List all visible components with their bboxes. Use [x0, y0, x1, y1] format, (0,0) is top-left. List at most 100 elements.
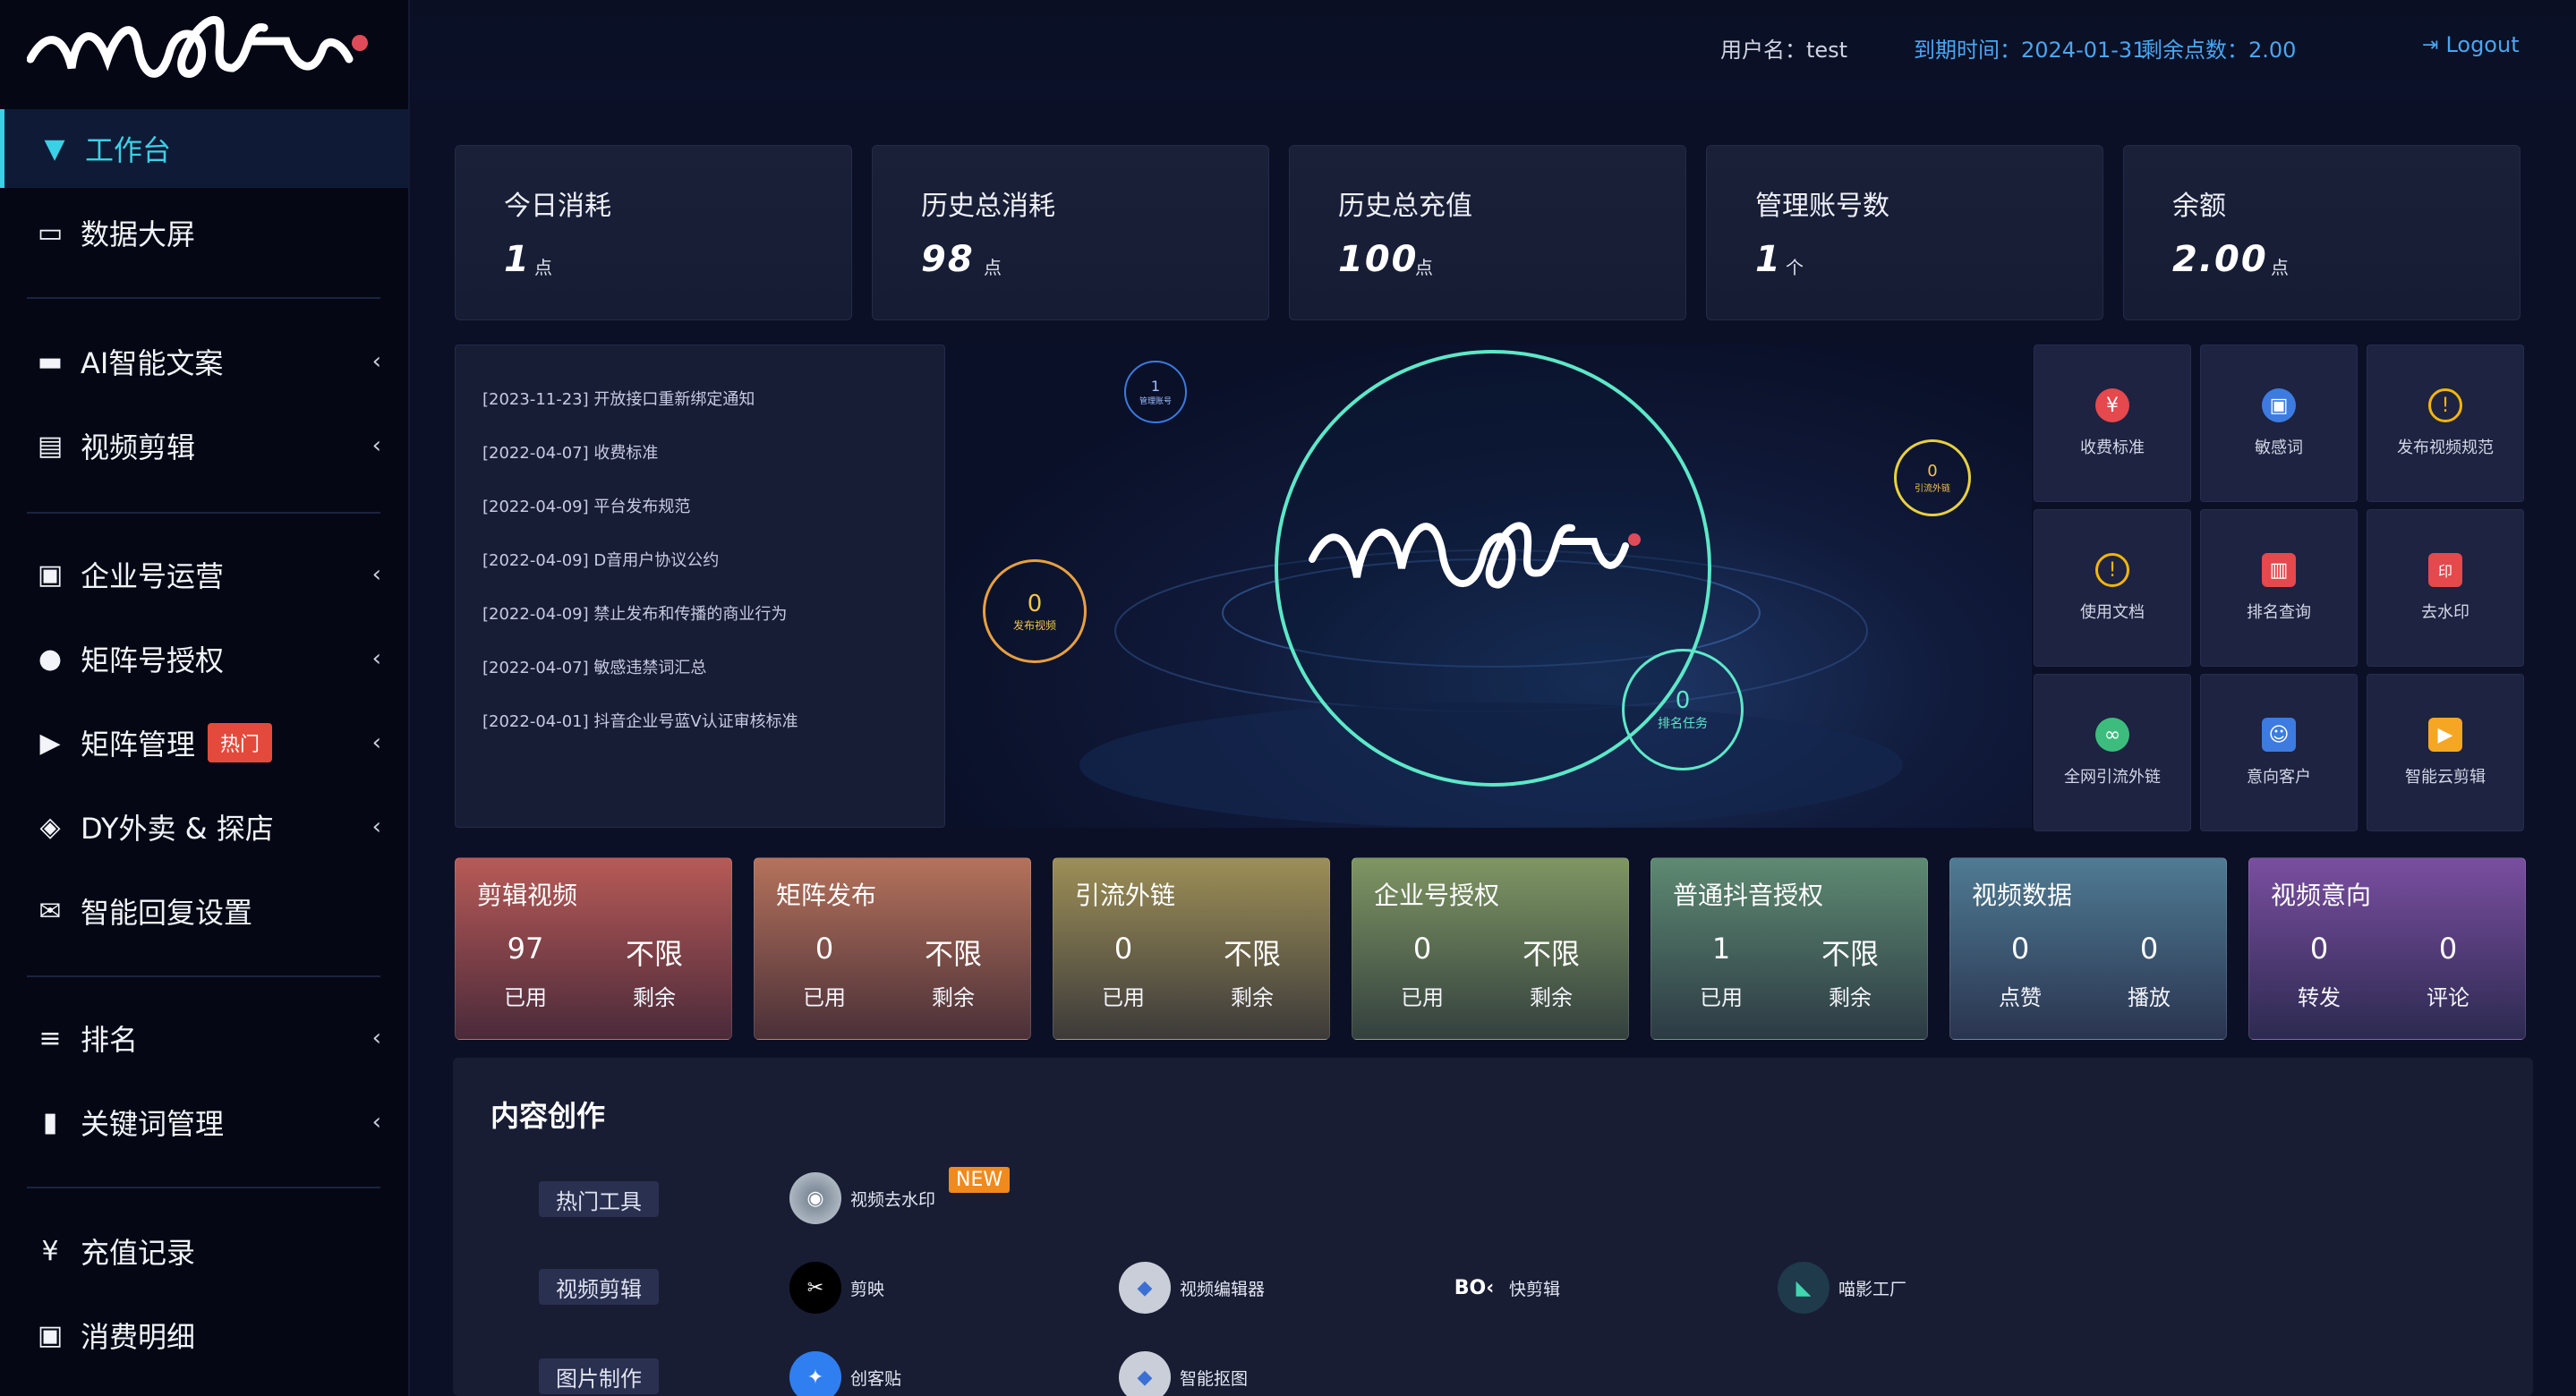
tile-label: 意向客户	[2247, 768, 2311, 787]
watermark-remover-icon: ◉	[789, 1172, 841, 1224]
quota-value: 不限	[1522, 937, 1580, 971]
tile-cloud-edit[interactable]: ▶ 智能云剪辑	[2367, 674, 2524, 831]
chevron-left-icon: ‹	[371, 1025, 381, 1051]
tile-prospects[interactable]: ☺ 意向客户	[2200, 674, 2358, 831]
quota-title: 视频意向	[2271, 881, 2372, 910]
notice-item[interactable]: [2022-04-07] 收费标准	[482, 440, 658, 464]
tool-chuangketie[interactable]: ✦ 创客贴	[789, 1351, 901, 1396]
hero-visual: 1 管理账号 0 引流外链 0 发布视频 0 排名任务	[945, 345, 2032, 828]
sidebar-divider	[27, 297, 380, 299]
tile-external-links[interactable]: ∞ 全网引流外链	[2034, 674, 2191, 831]
logout-label: Logout	[2445, 32, 2520, 57]
yen-circle-icon: ¥	[2095, 388, 2129, 422]
notice-item[interactable]: [2022-04-07] 敏感违禁词汇总	[482, 655, 706, 678]
sidebar-item-keywords[interactable]: ▮ 关键词管理 ‹	[0, 1083, 408, 1162]
sidebar-divider	[27, 975, 380, 977]
new-badge: NEW	[949, 1167, 1011, 1193]
notice-item[interactable]: [2022-04-09] 平台发布规范	[482, 494, 690, 517]
quota-card-matrix-publish: 矩阵发布 0 已用 不限 剩余	[754, 857, 1031, 1040]
tool-capcut[interactable]: ✂ 剪映	[789, 1262, 884, 1314]
stat-card-total-recharge: 历史总充值 100 点	[1289, 145, 1686, 320]
user-circle-icon: ●	[38, 643, 63, 675]
quota-label: 评论	[2427, 985, 2469, 1010]
orb-number: 0	[1675, 687, 1691, 714]
quota-title: 普通抖音授权	[1673, 881, 1824, 910]
category-video-edit[interactable]: 视频剪辑	[539, 1269, 659, 1305]
sidebar-divider	[27, 1187, 380, 1188]
folder-icon: ▬	[37, 345, 64, 378]
quota-card-video-intent: 视频意向 0 转发 0 评论	[2248, 857, 2526, 1040]
tile-label: 去水印	[2421, 603, 2469, 622]
tile-watermark[interactable]: 印 去水印	[2367, 509, 2524, 667]
quota-card-edit-video: 剪辑视频 97 已用 不限 剩余	[455, 857, 732, 1040]
chuangketie-icon: ✦	[789, 1351, 841, 1396]
notice-item[interactable]: [2022-04-09] 禁止发布和传播的商业行为	[482, 601, 787, 625]
quota-value: 不限	[1223, 937, 1281, 971]
quota-value: 0	[2438, 932, 2458, 966]
tool-label: 创客贴	[850, 1368, 902, 1389]
tool-watermark-remover[interactable]: ◉ 视频去水印	[789, 1172, 935, 1224]
stat-value: 1	[1755, 239, 1782, 280]
quota-label: 已用	[803, 985, 846, 1010]
logout-button[interactable]: ⇥ Logout	[2422, 32, 2520, 57]
category-image[interactable]: 图片制作	[539, 1358, 659, 1394]
sidebar-item-data-screen[interactable]: ▭ 数据大屏	[0, 193, 408, 272]
quota-label: 播放	[2128, 985, 2171, 1010]
sidebar-item-video-edit[interactable]: ▤ 视频剪辑 ‹	[0, 406, 408, 485]
category-hot-tools[interactable]: 热门工具	[539, 1181, 659, 1217]
tool-video-editor[interactable]: ◆ 视频编辑器	[1119, 1262, 1265, 1314]
miaoying-icon: ◣	[1778, 1262, 1830, 1314]
quota-card-douyin-auth: 普通抖音授权 1 已用 不限 剩余	[1651, 857, 1928, 1040]
money-icon: ▣	[37, 1319, 64, 1351]
sidebar-item-label: AI智能文案	[81, 346, 224, 380]
sidebar-item-matrix-auth[interactable]: ● 矩阵号授权 ‹	[0, 619, 408, 698]
orb-label: 排名任务	[1658, 717, 1708, 731]
tile-label: 智能云剪辑	[2405, 768, 2486, 787]
logout-icon: ⇥	[2422, 33, 2439, 56]
sidebar-item-matrix-manage[interactable]: ▶ 矩阵管理 热门 ‹	[0, 703, 408, 782]
tile-publish-rules[interactable]: ! 发布视频规范	[2367, 345, 2524, 502]
quota-title: 矩阵发布	[776, 881, 877, 910]
orb-label: 发布视频	[1012, 618, 1056, 632]
stat-value: 100	[1338, 239, 1419, 280]
stat-unit: 点	[1415, 257, 1433, 278]
quota-label: 点赞	[1999, 985, 2042, 1010]
capcut-icon: ✂	[789, 1262, 841, 1314]
contact-icon: ☺	[2262, 718, 2296, 752]
sidebar-item-label: 矩阵管理	[81, 728, 196, 762]
tool-label: 智能抠图	[1180, 1368, 1249, 1389]
tile-sensitive-words[interactable]: ▣ 敏感词	[2200, 345, 2358, 502]
tool-label: 快剪辑	[1509, 1279, 1561, 1299]
sidebar-item-dy-delivery[interactable]: ◈ DY外卖 & 探店 ‹	[0, 787, 408, 866]
tile-pricing[interactable]: ¥ 收费标准	[2034, 345, 2191, 502]
sidebar-item-ai-copywriting[interactable]: ▬ AI智能文案 ‹	[0, 322, 408, 401]
notice-item[interactable]: [2023-11-23] 开放接口重新绑定通知	[482, 387, 755, 410]
tool-smart-cutout[interactable]: ◆ 智能抠图	[1119, 1351, 1248, 1396]
watermark-icon: 印	[2428, 553, 2462, 587]
tile-label: 敏感词	[2255, 438, 2303, 457]
quota-label: 已用	[1700, 985, 1743, 1010]
notice-item[interactable]: [2022-04-09] D音用户协议公约	[482, 548, 719, 571]
sidebar-item-auto-reply[interactable]: ✉ 智能回复设置	[0, 872, 408, 950]
quota-value: 不限	[625, 937, 683, 971]
tool-miaoying[interactable]: ◣ 喵影工厂	[1778, 1262, 1906, 1314]
warning-circle-icon: !	[2095, 553, 2129, 587]
tile-docs[interactable]: ! 使用文档	[2034, 509, 2191, 667]
quota-card-external-links: 引流外链 0 已用 不限 剩余	[1053, 857, 1330, 1040]
molti-logo[interactable]	[27, 5, 385, 98]
stat-card-today-consumption: 今日消耗 1 点	[455, 145, 852, 320]
tool-label: 视频编辑器	[1180, 1279, 1266, 1299]
sidebar-item-ranking[interactable]: ≡ 排名 ‹	[0, 999, 408, 1077]
orb-number: 0	[1927, 462, 1938, 481]
sidebar-item-recharge[interactable]: ¥ 充值记录	[0, 1212, 408, 1290]
tool-kuaijianji[interactable]: BO‹ 快剪辑	[1448, 1262, 1560, 1314]
sidebar-item-workbench[interactable]: ▼ 工作台	[0, 109, 408, 188]
quick-links-grid: ¥ 收费标准 ▣ 敏感词 ! 发布视频规范 ! 使用文档 ▥ 排名查询 印 去水…	[2034, 345, 2526, 831]
tile-rank-query[interactable]: ▥ 排名查询	[2200, 509, 2358, 667]
notice-item[interactable]: [2022-04-01] 抖音企业号蓝V认证审核标准	[482, 709, 798, 732]
orb-external-links: 0 引流外链	[1894, 439, 1971, 516]
sidebar-item-consumption[interactable]: ▣ 消费明细	[0, 1296, 408, 1375]
sidebar-item-enterprise-ops[interactable]: ▣ 企业号运营 ‹	[0, 535, 408, 614]
chevron-left-icon: ‹	[371, 561, 381, 588]
quota-value: 0	[2010, 932, 2030, 966]
